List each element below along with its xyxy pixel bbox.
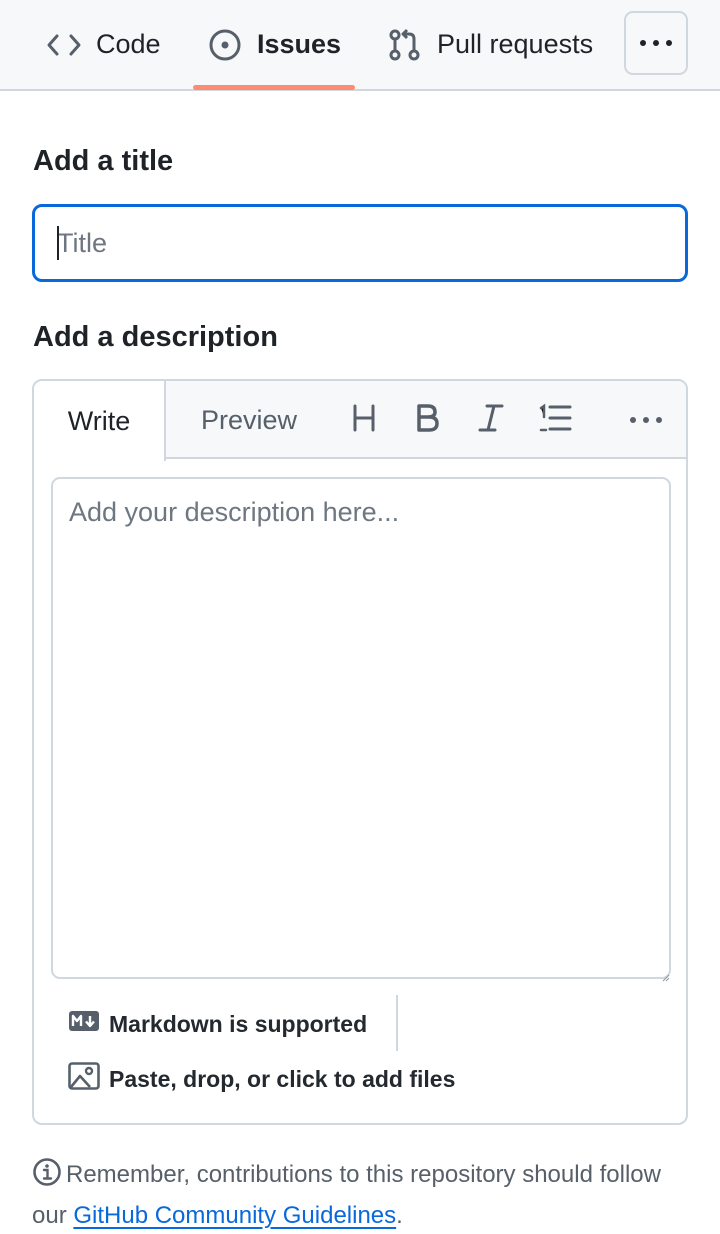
tab-write[interactable]: Write <box>34 381 166 461</box>
list-ordered-icon <box>538 403 572 438</box>
kebab-horizontal-icon <box>639 34 673 52</box>
heading-button[interactable] <box>344 400 384 440</box>
description-heading: Add a description <box>33 321 278 353</box>
selected-tab-indicator <box>193 85 355 90</box>
contribution-note: Remember, contributions to this reposito… <box>32 1157 692 1234</box>
kebab-horizontal-icon <box>629 411 663 429</box>
bold-button[interactable] <box>407 400 447 440</box>
tab-pull-requests-label: Pull requests <box>437 29 594 59</box>
markdown-note: Markdown is supported <box>109 1010 368 1037</box>
heading-icon <box>350 403 378 438</box>
bold-icon <box>413 403 441 438</box>
image-icon <box>68 1062 100 1096</box>
markdown-supported-link[interactable]: Markdown is supported <box>68 1004 367 1044</box>
community-guidelines-link[interactable]: GitHub Community Guidelines <box>73 1202 396 1229</box>
tab-code-label: Code <box>96 29 161 59</box>
description-editor: Write Preview Add your description here.… <box>32 379 688 1125</box>
italic-button[interactable] <box>471 400 511 440</box>
more-formatting-button[interactable] <box>626 400 666 440</box>
markdown-icon <box>68 1010 100 1038</box>
tab-issues-label: Issues <box>257 29 342 59</box>
tab-pull-requests[interactable]: Pull requests <box>387 0 593 89</box>
italic-icon <box>477 403 505 438</box>
tab-issues[interactable]: Issues <box>207 0 341 89</box>
git-pull-request-icon <box>387 27 423 63</box>
description-textarea[interactable] <box>51 477 671 979</box>
resize-grip-icon[interactable] <box>662 969 670 987</box>
attach-files-button[interactable]: Paste, drop, or click to add files <box>68 1059 455 1099</box>
more-tabs-button[interactable] <box>624 11 688 75</box>
note-suffix: . <box>396 1202 403 1229</box>
footer-divider <box>396 995 398 1051</box>
info-icon <box>32 1157 62 1198</box>
text-cursor <box>57 226 59 260</box>
title-input[interactable] <box>32 204 688 282</box>
ordered-list-button[interactable] <box>535 400 575 440</box>
issue-opened-icon <box>207 27 243 63</box>
tab-preview[interactable]: Preview <box>201 381 297 459</box>
editor-toolbar: Write Preview <box>34 381 686 461</box>
attach-files-note: Paste, drop, or click to add files <box>109 1065 456 1092</box>
code-icon <box>46 30 82 60</box>
repo-nav: Code Issues Pull requests <box>0 0 720 91</box>
tab-code[interactable]: Code <box>46 0 161 89</box>
title-heading: Add a title <box>33 145 174 177</box>
